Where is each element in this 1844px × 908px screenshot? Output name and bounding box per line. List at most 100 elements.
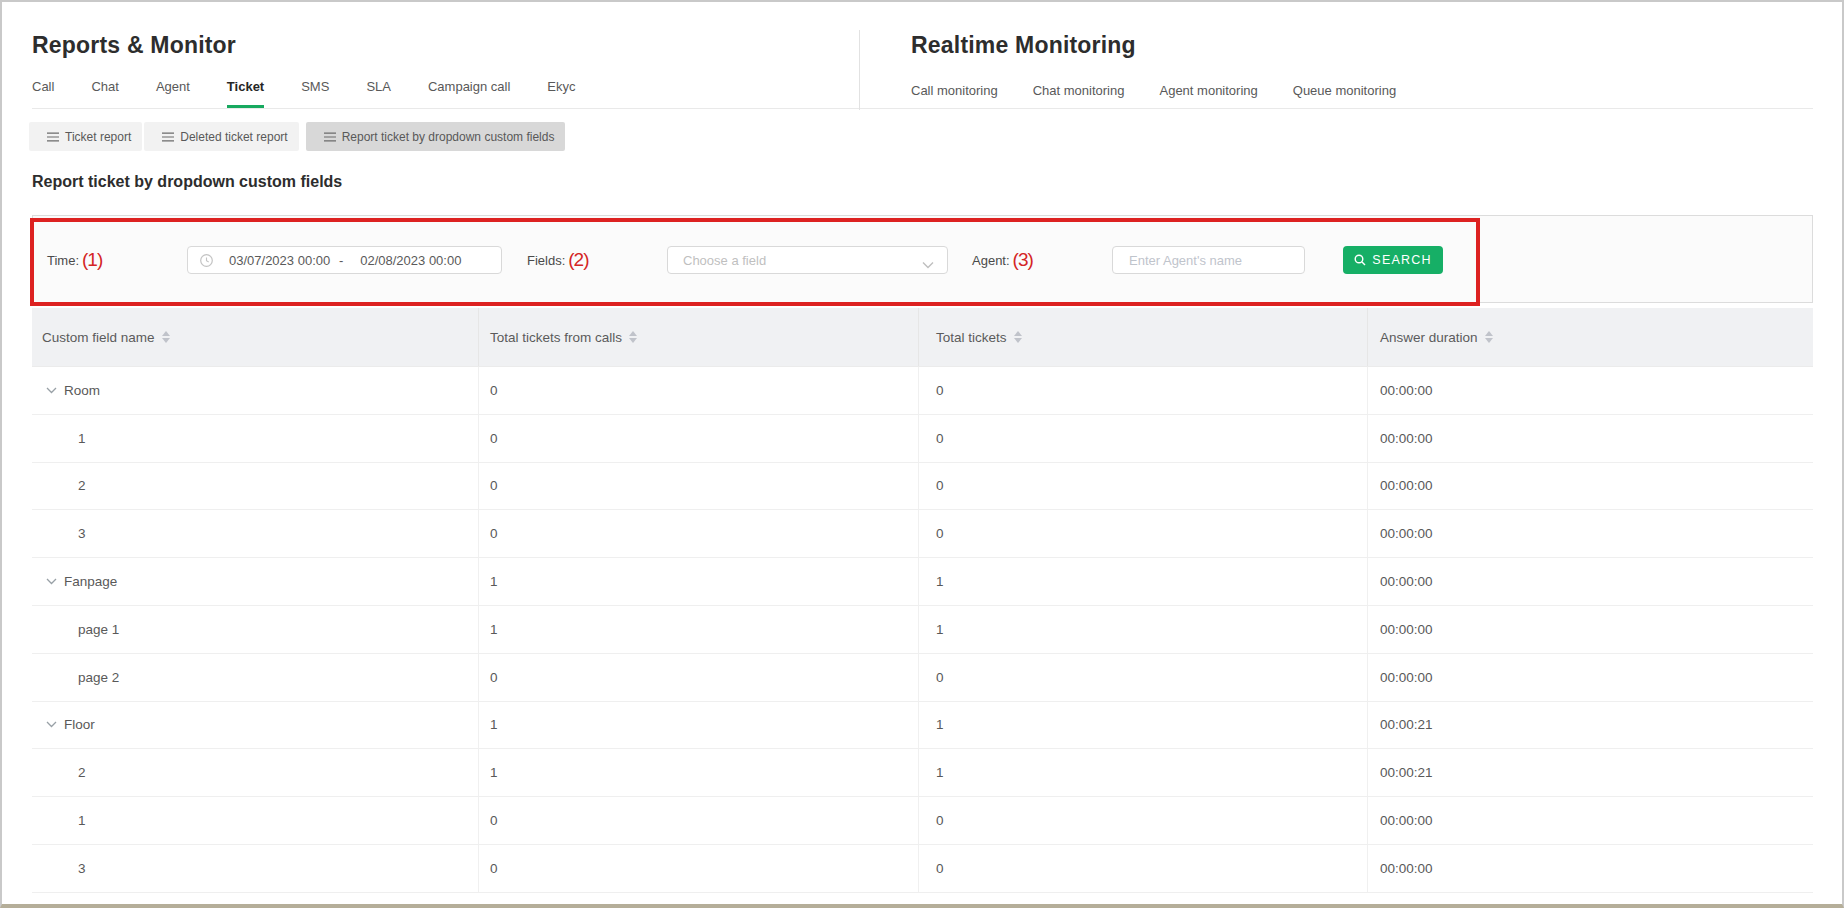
- table-header-row: Custom field name Total tickets from cal…: [32, 308, 1813, 367]
- custom-field-name: Fanpage: [64, 574, 117, 589]
- table-row: page 1 1 1 00:00:00: [32, 606, 1813, 654]
- table-body: Room 0 0 00:00:00 1 0 0 00:00:00 2 0 0 0…: [32, 367, 1813, 893]
- total-tickets-from-calls-value: 0: [478, 463, 918, 510]
- chevron-down-icon[interactable]: [46, 721, 57, 728]
- answer-duration-value: 00:00:00: [1367, 606, 1813, 653]
- date-range-input[interactable]: 03/07/2023 00:00 - 02/08/2023 00:00: [187, 246, 502, 274]
- reports-title: Reports & Monitor: [32, 31, 236, 59]
- table-row-group: Fanpage 1 1 00:00:00: [32, 558, 1813, 606]
- search-button-label: SEARCH: [1372, 253, 1431, 267]
- total-tickets-from-calls-value: 1: [478, 606, 918, 653]
- custom-field-name: page 2: [42, 670, 119, 685]
- tab-call[interactable]: Call: [32, 77, 54, 108]
- sort-icon[interactable]: [629, 331, 637, 343]
- column-header-total-tickets[interactable]: Total tickets: [918, 308, 1367, 366]
- sort-icon[interactable]: [1485, 331, 1493, 343]
- total-tickets-value: 1: [918, 749, 1367, 796]
- table-row: 1 0 0 00:00:00: [32, 797, 1813, 845]
- table-row: 3 0 0 00:00:00: [32, 845, 1813, 893]
- search-icon: [1354, 254, 1366, 266]
- monitoring-title: Realtime Monitoring: [911, 31, 1136, 59]
- agent-label: Agent:: [972, 253, 1010, 268]
- custom-field-name: page 1: [42, 622, 119, 637]
- table-row-group: Floor 1 1 00:00:21: [32, 702, 1813, 750]
- clock-icon: [200, 254, 213, 267]
- filter-panel: Time: (1) 03/07/2023 00:00 - 02/08/2023 …: [32, 215, 1813, 303]
- field-select[interactable]: Choose a field: [667, 246, 948, 274]
- custom-field-name: 3: [42, 526, 86, 541]
- table-row: 3 0 0 00:00:00: [32, 510, 1813, 558]
- total-tickets-from-calls-value: 0: [478, 654, 918, 701]
- custom-field-name: 2: [42, 478, 86, 493]
- annotation-2: (2): [568, 249, 588, 271]
- agent-input-placeholder: Enter Agent's name: [1129, 253, 1242, 268]
- total-tickets-value: 1: [918, 702, 1367, 749]
- time-filter-label: Time: (1): [47, 249, 102, 271]
- total-tickets-from-calls-value: 0: [478, 415, 918, 462]
- answer-duration-value: 00:00:00: [1367, 463, 1813, 510]
- total-tickets-value: 1: [918, 558, 1367, 605]
- annotation-3: (3): [1013, 249, 1033, 271]
- custom-field-name: 1: [42, 431, 86, 446]
- subtab-report-ticket-by-dropdown-custom-fields[interactable]: Report ticket by dropdown custom fields: [306, 122, 566, 151]
- custom-field-name: Floor: [64, 717, 95, 732]
- total-tickets-value: 0: [918, 463, 1367, 510]
- total-tickets-from-calls-value: 1: [478, 558, 918, 605]
- column-header-custom-field-name[interactable]: Custom field name: [32, 308, 478, 366]
- header-divider: [859, 30, 860, 110]
- tab-agent[interactable]: Agent: [156, 77, 190, 108]
- total-tickets-from-calls-value: 1: [478, 749, 918, 796]
- column-label: Answer duration: [1380, 330, 1478, 345]
- table-row: page 2 0 0 00:00:00: [32, 654, 1813, 702]
- chevron-down-icon[interactable]: [46, 387, 57, 394]
- custom-field-name: 2: [42, 765, 86, 780]
- answer-duration-value: 00:00:21: [1367, 749, 1813, 796]
- answer-duration-value: 00:00:00: [1367, 797, 1813, 844]
- chevron-down-icon: [922, 257, 934, 272]
- answer-duration-value: 00:00:00: [1367, 510, 1813, 557]
- tab-campaign-call[interactable]: Campaign call: [428, 77, 510, 108]
- total-tickets-from-calls-value: 1: [478, 702, 918, 749]
- subtab-label: Ticket report: [65, 130, 131, 144]
- tab-sms[interactable]: SMS: [301, 77, 329, 108]
- tab-agent-monitoring[interactable]: Agent monitoring: [1159, 81, 1257, 108]
- date-to-value: 02/08/2023 00:00: [360, 253, 461, 268]
- fields-filter-label: Fields: (2): [527, 249, 589, 271]
- chevron-down-icon[interactable]: [46, 578, 57, 585]
- tab-ekyc[interactable]: Ekyc: [547, 77, 575, 108]
- column-header-answer-duration[interactable]: Answer duration: [1367, 308, 1813, 366]
- tab-queue-monitoring[interactable]: Queue monitoring: [1293, 81, 1396, 108]
- total-tickets-value: 0: [918, 797, 1367, 844]
- search-button[interactable]: SEARCH: [1343, 246, 1443, 274]
- page-title: Report ticket by dropdown custom fields: [32, 173, 1842, 191]
- total-tickets-from-calls-value: 0: [478, 367, 918, 414]
- total-tickets-from-calls-value: 0: [478, 510, 918, 557]
- total-tickets-value: 1: [918, 606, 1367, 653]
- field-select-placeholder: Choose a field: [683, 253, 766, 268]
- total-tickets-value: 0: [918, 845, 1367, 892]
- tab-sla[interactable]: SLA: [366, 77, 391, 108]
- answer-duration-value: 00:00:00: [1367, 654, 1813, 701]
- tab-chat[interactable]: Chat: [91, 77, 118, 108]
- sort-icon[interactable]: [162, 331, 170, 343]
- date-separator: -: [334, 253, 348, 268]
- header: Reports & Monitor Call Chat Agent Ticket…: [32, 2, 1813, 109]
- total-tickets-value: 0: [918, 654, 1367, 701]
- sort-icon[interactable]: [1014, 331, 1022, 343]
- time-label: Time:: [47, 253, 79, 268]
- reports-tabs: Call Chat Agent Ticket SMS SLA Campaign …: [32, 77, 576, 108]
- tab-chat-monitoring[interactable]: Chat monitoring: [1033, 81, 1125, 108]
- custom-field-name: Room: [64, 383, 100, 398]
- subtab-deleted-ticket-report[interactable]: Deleted ticket report: [144, 122, 298, 151]
- tab-call-monitoring[interactable]: Call monitoring: [911, 81, 998, 108]
- list-icon: [47, 132, 59, 142]
- total-tickets-from-calls-value: 0: [478, 797, 918, 844]
- fields-label: Fields:: [527, 253, 565, 268]
- agent-name-input[interactable]: Enter Agent's name: [1112, 246, 1305, 274]
- tab-ticket[interactable]: Ticket: [227, 77, 264, 108]
- column-header-total-tickets-from-calls[interactable]: Total tickets from calls: [478, 308, 918, 366]
- total-tickets-from-calls-value: 0: [478, 845, 918, 892]
- subtab-ticket-report[interactable]: Ticket report: [29, 122, 142, 151]
- page: Reports & Monitor Call Chat Agent Ticket…: [0, 0, 1844, 908]
- list-icon: [324, 132, 336, 142]
